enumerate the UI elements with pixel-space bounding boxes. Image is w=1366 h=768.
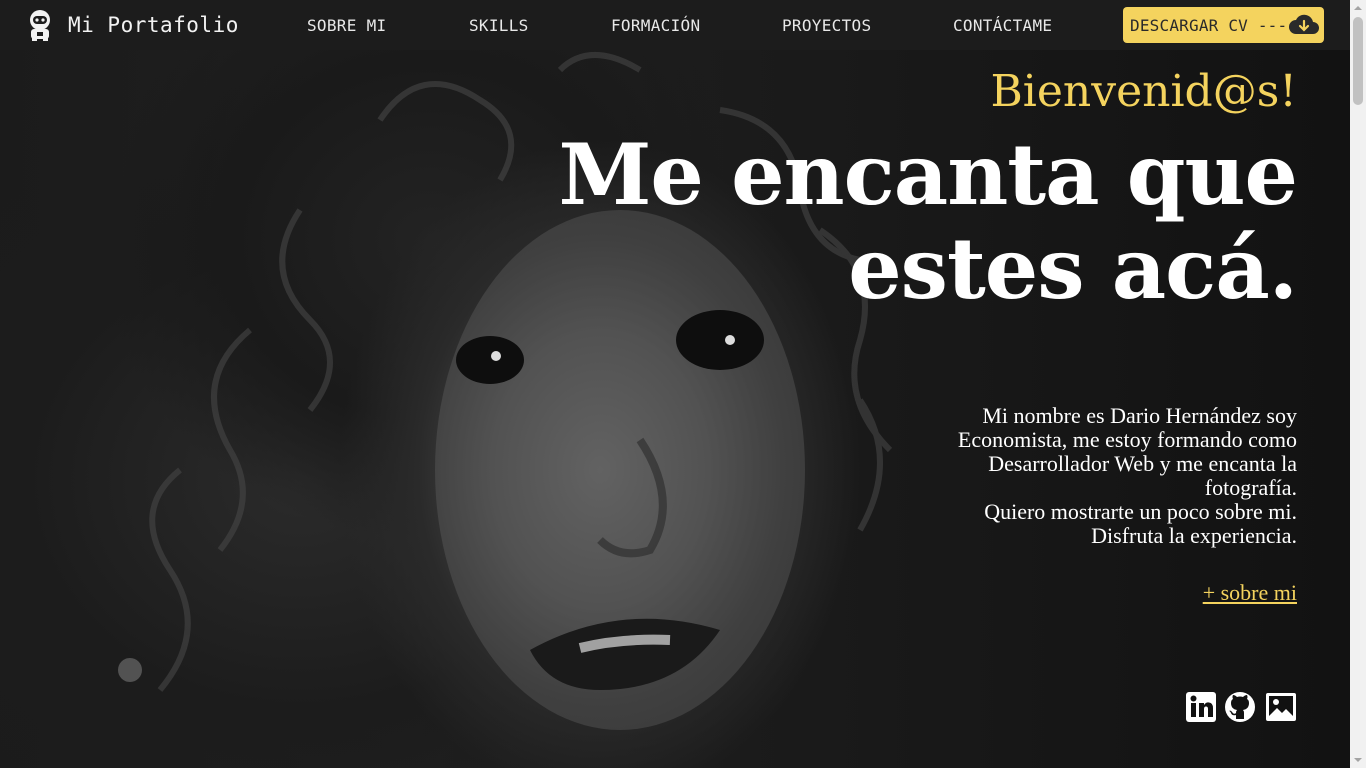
intro-line: Mi nombre es Dario Hernández soy Economi… (957, 403, 1297, 500)
scroll-down-arrow-icon[interactable] (1350, 752, 1366, 768)
nav-link-sobre-mi[interactable]: SOBRE MI (307, 16, 386, 35)
nav-link-skills[interactable]: SKILLS (469, 16, 529, 35)
intro-text: Mi nombre es Dario Hernández soy Economi… (927, 404, 1297, 548)
linkedin-icon[interactable] (1185, 691, 1217, 723)
brand-name: Mi Portafolio (68, 13, 239, 37)
welcome-heading: Bienvenid@s! (990, 66, 1297, 117)
hero-headline: Me encanta que estes acá. (558, 125, 1298, 318)
about-me-link[interactable]: + sobre mi (1203, 580, 1297, 606)
nav-link-contactame[interactable]: CONTÁCTAME (953, 16, 1052, 35)
download-cv-label: DESCARGAR CV --- (1130, 15, 1288, 35)
download-cv-button[interactable]: DESCARGAR CV --- (1123, 7, 1324, 43)
cloud-download-icon (1289, 14, 1319, 34)
scroll-thumb[interactable] (1353, 17, 1363, 105)
navbar: Mi Portafolio SOBRE MI SKILLS FORMACIÓN … (0, 0, 1350, 50)
intro-line: Disfruta la experiencia. (1091, 523, 1297, 548)
astronaut-icon (30, 10, 50, 41)
intro-line: Quiero mostrarte un poco sobre mi. (984, 499, 1297, 524)
nav-link-proyectos[interactable]: PROYECTOS (782, 16, 871, 35)
github-icon[interactable] (1224, 691, 1256, 723)
image-icon[interactable] (1265, 691, 1297, 723)
nav-link-formacion[interactable]: FORMACIÓN (611, 16, 700, 35)
brand[interactable]: Mi Portafolio (26, 9, 239, 41)
scrollbar[interactable] (1350, 0, 1366, 768)
scroll-up-arrow-icon[interactable] (1350, 0, 1366, 16)
